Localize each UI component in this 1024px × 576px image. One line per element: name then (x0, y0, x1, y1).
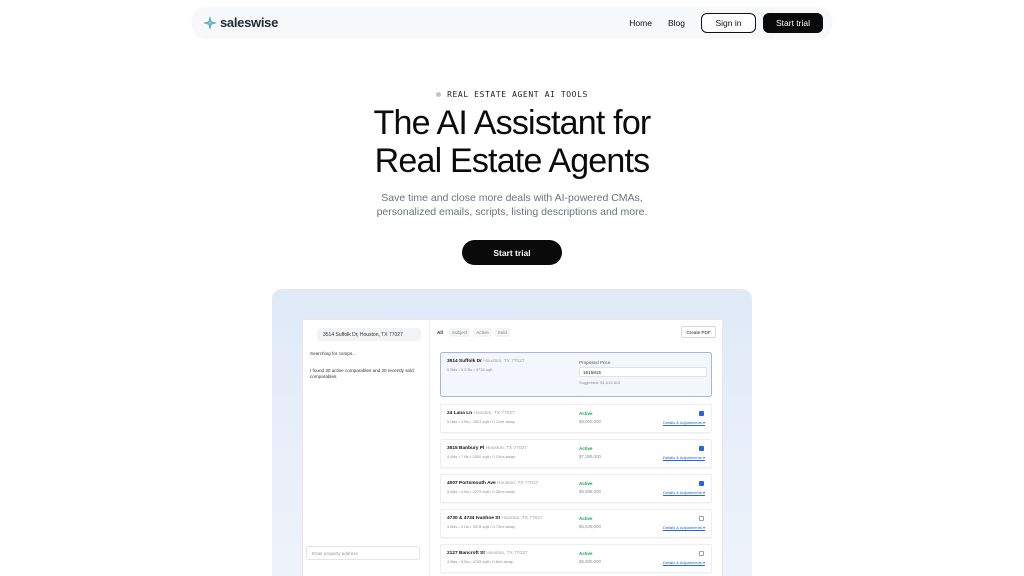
eyebrow-text: REAL ESTATE AGENT AI TOOLS (447, 90, 588, 99)
subject-address: 3514 Suffolk Dr Houston, TX 77027 (447, 359, 525, 364)
sparkle-logo-icon (203, 15, 217, 30)
comp-row: 2127 Bancroft St Houston, TX 77027 4 Bds… (440, 544, 712, 573)
comp-street: 4007 Portsmouth Ave (447, 481, 496, 486)
comp-address: 24 Lana Ln Houston, TX 77027 (447, 411, 515, 416)
hero-subtitle-line2: personalized emails, scripts, listing de… (376, 205, 648, 218)
comps-pane: All Subject Active Sold Create PDF 3514 … (430, 320, 724, 576)
comp-address: 4730 & 4734 Ivanhoe St Houston, TX 77027 (447, 516, 543, 521)
brand-logo[interactable]: saleswise (203, 15, 278, 30)
comp-meta: 4 Bds • 5 Bs • 4705 sqft • 0.8mi away (447, 559, 513, 564)
brand-name: saleswise (220, 15, 279, 30)
suggested-price: Suggested: $1,615,815 (579, 380, 621, 385)
hero-title: The AI Assistant for Real Estate Agents (0, 104, 1024, 180)
hero-title-line1: The AI Assistant for (373, 104, 652, 142)
comp-city: Houston, TX 77027 (501, 516, 543, 521)
comp-price: $5,649,000 (579, 524, 601, 529)
subject-city: Houston, TX 77027 (483, 359, 525, 364)
comp-status: Active (579, 446, 593, 451)
comp-status: Active (579, 481, 593, 486)
chat-pane: 3514 Suffolk Dr, Houston, TX 77027 Searc… (303, 320, 430, 576)
comp-city: Houston, TX 77027 (473, 411, 515, 416)
tab-active[interactable]: Active (473, 328, 492, 337)
comp-price: $5,000,000 (579, 419, 601, 424)
eyebrow-dot-icon (436, 92, 442, 97)
subject-property-card: 3514 Suffolk Dr Houston, TX 77027 5 Bds … (440, 352, 712, 397)
chat-message: I found 30 active comparables and 20 rec… (310, 368, 414, 379)
top-navbar: saleswise Home Blog Sign in Start trial (192, 7, 832, 38)
details-adjustments-link[interactable]: Details & Adjustments ▾ (663, 455, 705, 460)
comp-street: 4730 & 4734 Ivanhoe St (447, 516, 501, 521)
product-demo-frame: 3514 Suffolk Dr, Houston, TX 77027 Searc… (272, 289, 752, 576)
subject-street: 3514 Suffolk Dr (447, 359, 482, 364)
hero-eyebrow: REAL ESTATE AGENT AI TOOLS (0, 90, 1024, 99)
comp-checkbox[interactable] (699, 481, 704, 486)
nav-start-trial-button[interactable]: Start trial (763, 12, 823, 33)
property-address-input[interactable]: Enter property address (306, 546, 420, 560)
hero-subtitle-line1: Save time and close more deals with AI-p… (381, 192, 643, 204)
comp-checkbox[interactable] (699, 516, 704, 521)
comp-price: $5,800,000 (579, 559, 601, 564)
comp-status: Active (579, 551, 593, 556)
comp-checkbox[interactable] (699, 411, 704, 416)
comp-meta: 5 Bds • 4 Bs • 4275 sqft • 0.36mi away (447, 489, 516, 494)
details-adjustments-link[interactable]: Details & Adjustments ▾ (663, 560, 705, 565)
details-adjustments-link[interactable]: Details & Adjustments ▾ (663, 525, 705, 530)
tab-subject[interactable]: Subject (448, 328, 471, 337)
comp-city: Houston, TX 77027 (485, 446, 527, 451)
tab-all[interactable]: All (434, 328, 446, 337)
comp-meta: 5 Bds • 4 Bs • 3501 sqft • 0.11mi away (447, 419, 515, 424)
nav-link-home[interactable]: Home (629, 18, 652, 28)
chat-message: Searching for comps... (310, 351, 356, 356)
comp-city: Houston, TX 77027 (486, 551, 528, 556)
nav-link-blog[interactable]: Blog (668, 18, 685, 28)
demo-app-window: 3514 Suffolk Dr, Houston, TX 77027 Searc… (302, 319, 723, 576)
details-adjustments-link[interactable]: Details & Adjustments ▾ (663, 420, 705, 425)
comp-price: $7,395,000 (579, 454, 601, 459)
comp-price: $5,599,000 (579, 489, 601, 494)
subject-meta: 5 Bds • 5.5 Bs • 4736 sqft (447, 367, 493, 372)
comp-row: 4730 & 4734 Ivanhoe St Houston, TX 77027… (440, 509, 712, 538)
comp-address: 3515 Banbury Pl Houston, TX 77027 (447, 446, 527, 451)
comp-checkbox[interactable] (699, 446, 704, 451)
comp-street: 2127 Bancroft St (447, 551, 485, 556)
hero-start-trial-button[interactable]: Start trial (462, 240, 562, 265)
comp-meta: 4 Bds • 3 Bs • 3578 sqft • 0.73mi away (447, 524, 516, 529)
tab-sold[interactable]: Sold (494, 328, 510, 337)
comp-checkbox[interactable] (699, 551, 704, 556)
proposed-price-input[interactable]: 1615815 (579, 367, 707, 377)
comp-city: Houston, TX 77027 (497, 481, 539, 486)
comp-row: 4007 Portsmouth Ave Houston, TX 77027 5 … (440, 474, 712, 503)
hero-subtitle: Save time and close more deals with AI-p… (0, 192, 1024, 219)
comp-meta: 4 Bds • 7 Bs • 5300 sqft • 0.24mi away (447, 454, 516, 459)
comp-status: Active (579, 411, 593, 416)
comp-row: 24 Lana Ln Houston, TX 77027 5 Bds • 4 B… (440, 404, 712, 433)
sign-in-button[interactable]: Sign in (701, 12, 756, 33)
comp-street: 24 Lana Ln (447, 411, 473, 416)
chat-address-chip: 3514 Suffolk Dr, Houston, TX 77027 (317, 328, 421, 341)
comp-status: Active (579, 516, 593, 521)
comps-tabs: All Subject Active Sold (434, 328, 510, 337)
create-pdf-button[interactable]: Create PDF (681, 326, 716, 338)
details-adjustments-link[interactable]: Details & Adjustments ▾ (663, 490, 705, 495)
proposed-price-label: Proposed Price (579, 360, 611, 365)
comp-row: 3515 Banbury Pl Houston, TX 77027 4 Bds … (440, 439, 712, 468)
hero-title-line2: Real Estate Agents (374, 142, 651, 180)
comp-address: 4007 Portsmouth Ave Houston, TX 77027 (447, 481, 538, 486)
comp-street: 3515 Banbury Pl (447, 446, 485, 451)
comp-address: 2127 Bancroft St Houston, TX 77027 (447, 551, 527, 556)
